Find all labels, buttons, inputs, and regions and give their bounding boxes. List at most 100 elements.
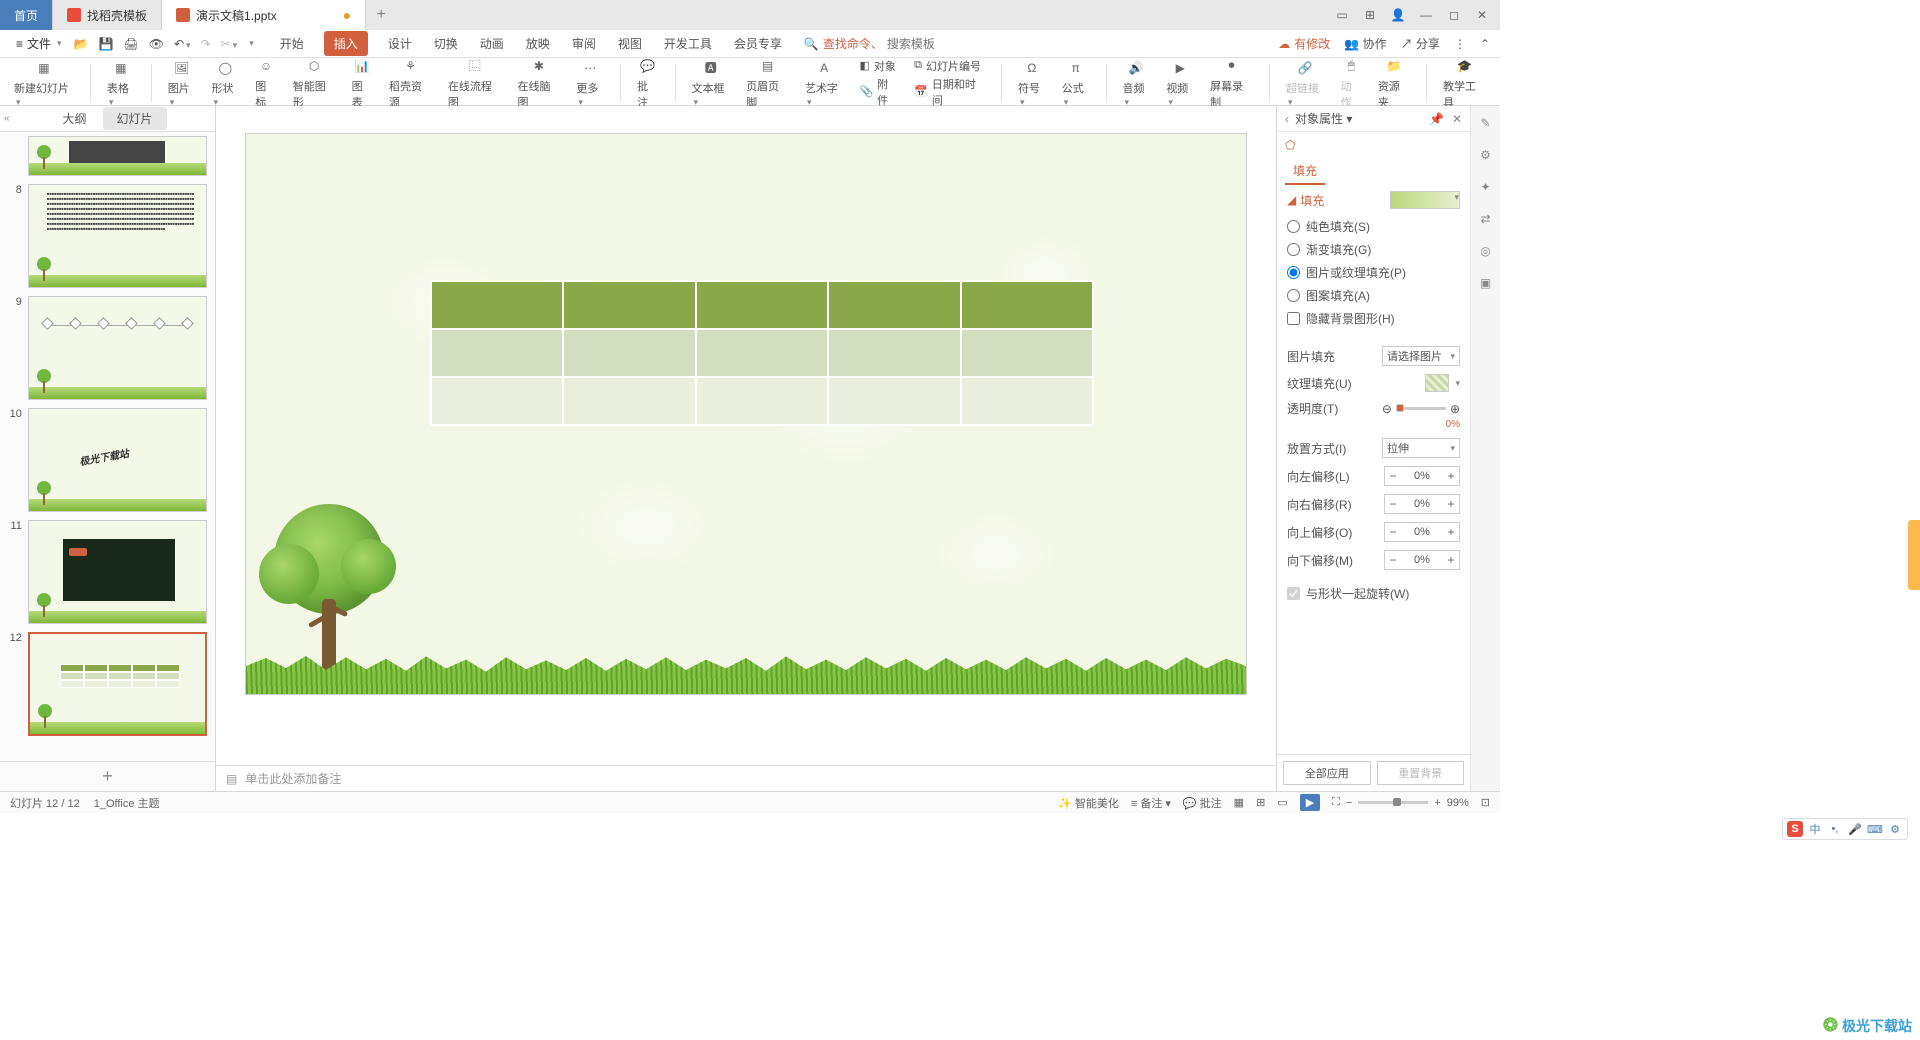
insert-more[interactable]: ⋯更多▾	[572, 58, 608, 108]
insert-shape[interactable]: ◯形状▾	[207, 58, 243, 108]
feedback-tab[interactable]	[1908, 520, 1920, 590]
fill-solid-radio[interactable]: 纯色填充(S)	[1287, 215, 1460, 238]
menu-more-icon[interactable]: ⋮	[1454, 37, 1466, 51]
save-icon[interactable]: 💾	[99, 37, 114, 51]
minimize-icon[interactable]: —	[1418, 7, 1434, 23]
insert-teaching[interactable]: 🎓教学工具	[1439, 56, 1490, 110]
strip-animation-icon[interactable]: ✦	[1480, 180, 1490, 194]
fill-pattern-radio[interactable]: 图案填充(A)	[1287, 284, 1460, 307]
slide-thumb-7[interactable]	[28, 136, 207, 176]
close-icon[interactable]: ✕	[1474, 7, 1490, 23]
user-avatar-icon[interactable]: 👤	[1390, 7, 1406, 23]
fill-picture-radio[interactable]: 图片或纹理填充(P)	[1287, 261, 1460, 284]
tab-start[interactable]: 开始	[278, 31, 306, 56]
offset-right-spin[interactable]: −0%+	[1384, 494, 1460, 514]
slides-tab[interactable]: 幻灯片	[103, 107, 167, 130]
slide-thumb-11[interactable]	[28, 520, 207, 624]
zoom-control[interactable]: ⛶ − + 99%	[1332, 796, 1469, 809]
insert-mindmap[interactable]: ✱在线脑图	[514, 56, 565, 110]
tab-transition[interactable]: 切换	[432, 31, 460, 56]
slide-canvas[interactable]	[246, 134, 1246, 694]
fit-window-icon[interactable]: ⊡	[1481, 796, 1490, 809]
command-search[interactable]: 🔍 查找命令、	[804, 35, 987, 52]
fill-section-header[interactable]: ◢填充 ▾	[1287, 191, 1460, 209]
tab-animation[interactable]: 动画	[478, 31, 506, 56]
slide-table[interactable]	[430, 280, 1094, 426]
strip-location-icon[interactable]: ◎	[1480, 244, 1490, 258]
fill-tab[interactable]: 填充	[1285, 158, 1325, 185]
insert-datetime[interactable]: 📅 日期和时间	[914, 76, 985, 108]
format-painter-icon[interactable]: ✂▾	[221, 37, 238, 51]
ribbon-collapse-icon[interactable]: ⌃	[1480, 37, 1490, 51]
fill-hidebg-check[interactable]: 隐藏背景图形(H)	[1287, 307, 1460, 330]
print-icon[interactable]: 🖨	[123, 37, 138, 51]
insert-symbol[interactable]: Ω符号▾	[1014, 58, 1050, 108]
insert-audio[interactable]: 🔊音频▾	[1119, 58, 1155, 108]
slide-thumb-10[interactable]: 极光下载站	[28, 408, 207, 512]
tab-review[interactable]: 审阅	[570, 31, 598, 56]
insert-icon[interactable]: ☺图标	[251, 56, 280, 110]
slide-thumb-12[interactable]	[28, 632, 207, 736]
status-comments[interactable]: 💬 批注	[1183, 795, 1222, 811]
placement-select[interactable]: 拉伸▾	[1382, 438, 1460, 458]
fill-swatch[interactable]: ▾	[1390, 191, 1460, 209]
insert-picture[interactable]: 🖼图片▾	[164, 58, 200, 108]
qat-more[interactable]: ▾	[249, 38, 254, 49]
fill-gradient-radio[interactable]: 渐变填充(G)	[1287, 238, 1460, 261]
panel-collapse-icon[interactable]: «	[4, 113, 10, 124]
maximize-icon[interactable]: ◻	[1446, 7, 1462, 23]
insert-table[interactable]: ▦表格▾	[103, 58, 139, 108]
strip-design-icon[interactable]: ✎	[1480, 116, 1490, 130]
smart-beautify[interactable]: ✨ 智能美化	[1058, 795, 1119, 811]
reading-layout-icon[interactable]: ▭	[1334, 7, 1350, 23]
tab-document[interactable]: 演示文稿1.pptx ●	[162, 0, 366, 30]
insert-resource[interactable]: 📁资源夹	[1374, 56, 1414, 110]
cloud-sync-status[interactable]: ☁ 有修改	[1278, 35, 1330, 52]
view-reading-icon[interactable]: ▭	[1277, 796, 1287, 809]
tab-view[interactable]: 视图	[616, 31, 644, 56]
zoom-value[interactable]: 99%	[1447, 797, 1469, 809]
tab-design[interactable]: 设计	[386, 31, 414, 56]
pane-pin-icon[interactable]: 📌	[1429, 112, 1444, 126]
search-input[interactable]	[887, 37, 987, 51]
insert-wordart[interactable]: A艺术字▾	[801, 58, 848, 108]
new-tab-button[interactable]: +	[366, 0, 396, 30]
insert-header-footer[interactable]: ▤页眉页脚	[742, 56, 793, 110]
slide-thumb-9[interactable]	[28, 296, 207, 400]
zoom-out-icon[interactable]: −	[1346, 797, 1352, 809]
redo-icon[interactable]: ↷	[201, 37, 211, 51]
add-slide-button[interactable]: +	[0, 761, 215, 791]
outline-tab[interactable]: 大纲	[48, 107, 100, 130]
insert-flowchart[interactable]: ⿺在线流程图	[444, 56, 506, 110]
texture-swatch[interactable]	[1425, 374, 1449, 392]
zoom-in-icon[interactable]: +	[1434, 797, 1440, 809]
offset-bottom-spin[interactable]: −0%+	[1384, 550, 1460, 570]
slide-thumb-8[interactable]: ■■■■■■■■■■■■■■■■■■■■■■■■■■■■■■■■■■■■■■■■…	[28, 184, 207, 288]
insert-attachment[interactable]: 📎 附件	[859, 76, 898, 108]
insert-video[interactable]: ▶视频▾	[1162, 58, 1198, 108]
strip-help-icon[interactable]: ▣	[1480, 276, 1491, 290]
notes-placeholder[interactable]: 单击此处添加备注	[245, 770, 341, 787]
apps-icon[interactable]: ⊞	[1362, 7, 1378, 23]
insert-screen-record[interactable]: ⏺屏幕录制	[1206, 56, 1257, 110]
file-menu[interactable]: ≡ 文件▾	[10, 33, 68, 54]
zoom-slider[interactable]	[1358, 801, 1428, 804]
tab-slideshow[interactable]: 放映	[524, 31, 552, 56]
insert-formula[interactable]: π公式▾	[1058, 58, 1094, 108]
tab-member[interactable]: 会员专享	[732, 31, 784, 56]
insert-chart[interactable]: 📊图表	[348, 56, 377, 110]
view-normal-icon[interactable]: ▦	[1234, 796, 1244, 809]
insert-docer[interactable]: ⚘稻壳资源	[385, 56, 436, 110]
new-slide-button[interactable]: ▦新建幻灯片▾	[10, 58, 78, 108]
insert-comment[interactable]: 💬批注	[633, 56, 662, 110]
tab-home[interactable]: 首页	[0, 0, 53, 30]
insert-object[interactable]: ◧ 对象	[859, 58, 895, 74]
open-icon[interactable]: 📂	[74, 37, 89, 51]
insert-textbox[interactable]: 🅰文本框▾	[688, 58, 735, 108]
undo-icon[interactable]: ↶▾	[174, 37, 191, 51]
offset-left-spin[interactable]: −0%+	[1384, 466, 1460, 486]
status-notes[interactable]: ≡ 备注 ▾	[1131, 795, 1171, 811]
pane-close-icon[interactable]: ✕	[1452, 112, 1462, 126]
insert-smartart[interactable]: ⬡智能图形	[289, 56, 340, 110]
picture-fill-select[interactable]: 请选择图片▾	[1382, 346, 1460, 366]
